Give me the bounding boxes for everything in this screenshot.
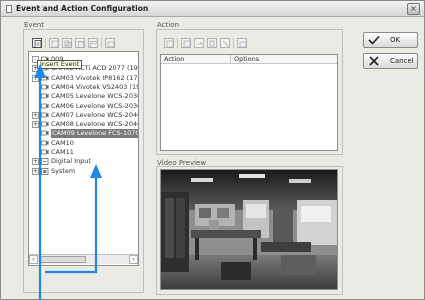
delete-icon bbox=[222, 40, 230, 48]
tree-expander-icon[interactable]: + bbox=[32, 74, 39, 82]
tree-expander-icon[interactable] bbox=[32, 149, 39, 156]
tree-expander-icon[interactable]: + bbox=[32, 158, 39, 166]
column-header-options[interactable]: Options bbox=[234, 55, 259, 64]
action-copy-button[interactable] bbox=[207, 38, 217, 48]
cancel-x-icon bbox=[369, 56, 379, 66]
video-preview-image bbox=[160, 169, 338, 290]
tree-item-label: System bbox=[51, 166, 76, 175]
scroll-right-arrow-icon[interactable]: › bbox=[129, 255, 138, 264]
ok-button[interactable]: OK bbox=[363, 32, 418, 48]
toolbar-separator bbox=[45, 38, 46, 48]
tree-item-label: CAM07 Levelone WCS-2040 bbox=[51, 110, 139, 119]
camera-icon bbox=[41, 93, 49, 99]
cancel-button-label: Cancel bbox=[390, 57, 414, 65]
tree-item[interactable]: CAM10 bbox=[29, 138, 138, 148]
tree-item-label: CAM05 Levelone WCS-2030 bbox=[51, 92, 139, 101]
ok-button-label: OK bbox=[390, 36, 401, 44]
edit-icon bbox=[51, 40, 59, 48]
settings-icon bbox=[107, 41, 115, 48]
camera-icon bbox=[41, 103, 49, 108]
tree-item-label: CAM06 Levelone WCS-2030 bbox=[51, 101, 139, 110]
settings-icon bbox=[239, 41, 247, 48]
action-send-button[interactable] bbox=[194, 38, 204, 48]
tree-expander-icon[interactable] bbox=[32, 130, 39, 137]
action-delete-button[interactable] bbox=[220, 38, 230, 48]
new-document-icon bbox=[34, 40, 42, 48]
event-group-label: Event bbox=[24, 21, 45, 29]
tree-item[interactable]: CAM11 bbox=[29, 148, 138, 157]
digital-input-icon bbox=[41, 158, 49, 166]
tree-item[interactable]: + System bbox=[29, 166, 138, 176]
tree-expander-icon[interactable]: + bbox=[32, 121, 39, 129]
camera-icon bbox=[41, 140, 49, 146]
action-table[interactable]: Action Options bbox=[160, 54, 338, 151]
delete-icon bbox=[77, 41, 85, 48]
send-icon bbox=[197, 41, 203, 45]
event-action-config-window: Event and Action Configuration × Event -… bbox=[0, 0, 425, 300]
camera-icon bbox=[41, 149, 49, 155]
tree-item[interactable]: + CAM07 Levelone WCS-2040 bbox=[29, 110, 139, 120]
window-title: Event and Action Configuration bbox=[16, 4, 149, 13]
schedule-event-button[interactable] bbox=[88, 38, 98, 48]
tree-item[interactable]: CAM04 Vivotek VS2403 (19 bbox=[29, 82, 139, 92]
tree-item[interactable]: CAM05 Levelone WCS-2030 bbox=[29, 92, 139, 101]
tree-item[interactable]: CAM09 Levelone FCS-1070 bbox=[29, 129, 139, 139]
check-icon bbox=[368, 35, 380, 45]
tree-expander-icon[interactable] bbox=[32, 103, 39, 110]
tree-item-label: CAM03 Vivotek IP8162 (17 bbox=[51, 73, 138, 82]
cancel-button[interactable]: Cancel bbox=[363, 53, 418, 69]
close-icon: × bbox=[410, 4, 417, 13]
tree-item[interactable]: + Digital Input bbox=[29, 157, 138, 166]
action-settings-button[interactable] bbox=[237, 38, 247, 48]
tree-item[interactable]: + CAM03 Vivotek IP8162 (17 bbox=[29, 73, 138, 83]
camera-icon bbox=[41, 121, 49, 127]
close-window-button[interactable]: × bbox=[407, 3, 420, 15]
tree-item-label: CAM09 Levelone FCS-1070 bbox=[51, 129, 139, 139]
tree-item[interactable]: + CAM08 Levelone WCS-2040 bbox=[29, 120, 139, 129]
toolbar-separator bbox=[101, 38, 102, 48]
insert-action-button[interactable] bbox=[164, 38, 174, 48]
tree-item[interactable]: CAM06 Levelone WCS-2030 bbox=[29, 101, 139, 111]
event-tree-horizontal-scrollbar[interactable]: ‹ › bbox=[29, 254, 138, 264]
new-action-icon bbox=[166, 40, 174, 48]
event-tree[interactable]: -009+CAM02 ACTi ACD 2077 (192.168+CAM03 … bbox=[28, 51, 139, 266]
copy-event-button[interactable] bbox=[62, 38, 72, 48]
edit-action-button[interactable] bbox=[181, 38, 191, 48]
system-icon bbox=[41, 167, 49, 175]
copy-icon bbox=[64, 40, 72, 48]
camera-icon bbox=[41, 84, 49, 90]
tree-expander-icon[interactable] bbox=[32, 84, 39, 91]
title-bar: Event and Action Configuration × bbox=[1, 1, 424, 17]
tree-item-label: CAM04 Vivotek VS2403 (19 bbox=[51, 82, 139, 91]
toolbar-separator bbox=[177, 38, 178, 48]
tree-item-label: Digital Input bbox=[51, 157, 91, 166]
action-table-header: Action Options bbox=[161, 55, 337, 64]
tree-expander-icon[interactable]: + bbox=[32, 111, 39, 119]
tree-expander-icon[interactable] bbox=[32, 140, 39, 147]
camera-icon bbox=[41, 75, 49, 80]
insert-event-tooltip: Insert Event bbox=[37, 60, 83, 69]
action-group-label: Action bbox=[157, 21, 179, 29]
copy-icon bbox=[209, 40, 215, 47]
schedule-icon bbox=[90, 41, 98, 48]
tree-expander-icon[interactable] bbox=[32, 93, 39, 100]
scrollbar-thumb[interactable] bbox=[40, 256, 86, 263]
insert-event-button[interactable] bbox=[32, 38, 42, 48]
toolbar-separator bbox=[233, 38, 234, 48]
scroll-left-arrow-icon[interactable]: ‹ bbox=[29, 255, 38, 264]
camera-icon bbox=[41, 112, 49, 118]
edit-event-button[interactable] bbox=[49, 38, 59, 48]
delete-event-button[interactable] bbox=[75, 38, 85, 48]
tree-item-label: CAM11 bbox=[51, 148, 74, 156]
tree-expander-icon[interactable]: + bbox=[32, 167, 39, 175]
edit-icon bbox=[183, 40, 191, 48]
event-settings-button[interactable] bbox=[105, 38, 115, 48]
tree-item-label: CAM08 Levelone WCS-2040 bbox=[51, 120, 139, 129]
camera-icon bbox=[41, 131, 49, 136]
tree-item-label: CAM10 bbox=[51, 138, 74, 147]
app-icon bbox=[6, 5, 12, 13]
column-divider[interactable] bbox=[230, 55, 231, 64]
column-header-action[interactable]: Action bbox=[164, 55, 184, 64]
office-camera-view bbox=[161, 170, 337, 289]
